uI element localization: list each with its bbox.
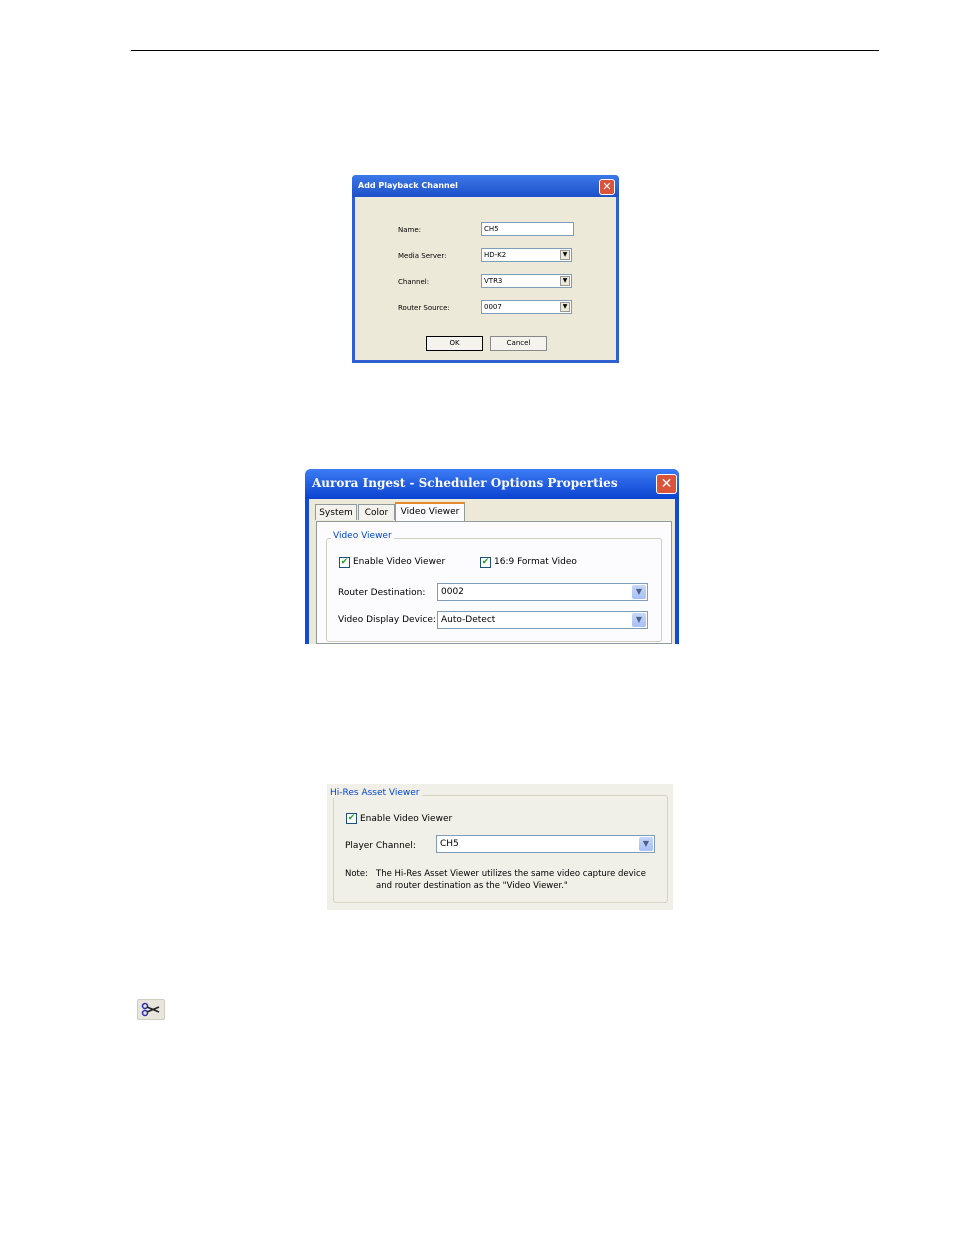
dialog-body: System Color Video Viewer Video Viewer ✔… (309, 499, 675, 644)
scissors-icon (141, 1002, 160, 1017)
group-title: Video Viewer (331, 531, 394, 541)
page-header-rule (131, 50, 879, 51)
router-destination-select[interactable]: 0002 ▼ (437, 583, 648, 601)
chevron-down-icon[interactable]: ▼ (560, 276, 570, 286)
enable-video-viewer-checkbox[interactable]: ✔ (346, 813, 357, 824)
media-server-label: Media Server: (398, 252, 447, 260)
router-source-value: 0007 (484, 303, 502, 311)
dialog-title-bar: Add Playback Channel (352, 175, 619, 197)
player-channel-value: CH5 (440, 839, 459, 849)
format-169-checkbox[interactable]: ✔ (480, 557, 491, 568)
media-server-value: HD-K2 (484, 251, 507, 259)
dialog-title: Aurora Ingest - Scheduler Options Proper… (312, 476, 618, 490)
add-playback-channel-dialog: Add Playback Channel ✕ Name: CH5 Media S… (352, 175, 619, 363)
channel-select[interactable]: VTR3 ▼ (481, 274, 572, 288)
tab-panel: Video Viewer ✔ Enable Video Viewer ✔ 16:… (316, 521, 672, 644)
close-button[interactable]: ✕ (656, 474, 677, 494)
video-display-device-value: Auto-Detect (441, 615, 496, 625)
router-destination-label: Router Destination: (338, 588, 426, 598)
hi-res-asset-viewer-panel: Hi-Res Asset Viewer ✔ Enable Video Viewe… (327, 784, 673, 910)
video-display-device-label: Video Display Device: (338, 615, 436, 625)
note-line-2: and router destination as the "Video Vie… (376, 881, 568, 891)
chevron-down-icon[interactable]: ▼ (632, 613, 646, 627)
cancel-button[interactable]: Cancel (490, 336, 547, 351)
tab-color[interactable]: Color (358, 504, 395, 520)
name-label: Name: (398, 226, 422, 234)
chevron-down-icon[interactable]: ▼ (560, 302, 570, 312)
group-title: Hi-Res Asset Viewer (328, 788, 422, 798)
channel-label: Channel: (398, 278, 430, 286)
scheduler-options-dialog: Aurora Ingest - Scheduler Options Proper… (305, 469, 679, 644)
enable-video-viewer-label: Enable Video Viewer (353, 557, 446, 567)
router-source-select[interactable]: 0007 ▼ (481, 300, 572, 314)
chevron-down-icon[interactable]: ▼ (639, 837, 653, 851)
scissors-button[interactable] (137, 999, 165, 1020)
media-server-select[interactable]: HD-K2 ▼ (481, 248, 572, 262)
player-channel-label: Player Channel: (345, 841, 416, 851)
enable-video-viewer-label: Enable Video Viewer (360, 814, 453, 824)
dialog-title: Add Playback Channel (358, 181, 458, 190)
chevron-down-icon[interactable]: ▼ (560, 250, 570, 260)
format-169-label: 16:9 Format Video (494, 557, 577, 567)
player-channel-select[interactable]: CH5 ▼ (436, 835, 655, 853)
channel-value: VTR3 (484, 277, 503, 285)
note-line-1: The Hi-Res Asset Viewer utilizes the sam… (376, 869, 646, 879)
router-source-label: Router Source: (398, 304, 450, 312)
name-field[interactable]: CH5 (481, 222, 574, 236)
close-button[interactable]: ✕ (599, 179, 615, 195)
dialog-title-bar: Aurora Ingest - Scheduler Options Proper… (305, 469, 679, 499)
router-destination-value: 0002 (441, 587, 464, 597)
tab-system[interactable]: System (315, 504, 357, 520)
chevron-down-icon[interactable]: ▼ (632, 585, 646, 599)
tab-video-viewer[interactable]: Video Viewer (395, 502, 465, 521)
dialog-body: Name: CH5 Media Server: HD-K2 ▼ Channel:… (355, 197, 616, 360)
note-label: Note: (345, 869, 368, 879)
enable-video-viewer-checkbox[interactable]: ✔ (339, 557, 350, 568)
ok-button[interactable]: OK (426, 336, 483, 351)
video-display-device-select[interactable]: Auto-Detect ▼ (437, 611, 648, 629)
